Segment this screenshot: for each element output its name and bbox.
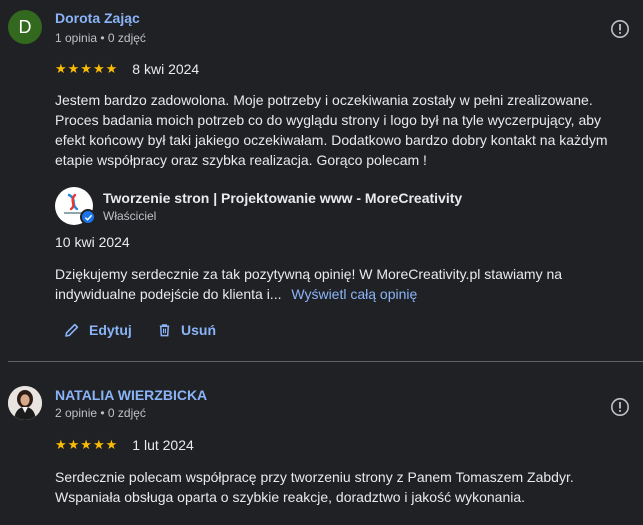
review-card: NATALIA WIERZBICKA 2 opinie • 0 zdjęć ★★… (0, 362, 643, 525)
reviewer-meta: 1 opinia • 0 zdjęć (55, 31, 146, 45)
reply-date: 10 kwi 2024 (55, 234, 130, 250)
show-full-reply-link[interactable]: Wyświetl całą opinię (291, 286, 417, 302)
review-text: Jestem bardzo zadowolona. Moje potrzeby … (55, 92, 608, 168)
reply-text-block: Dziękujemy serdecznie za tak pozytywną o… (55, 264, 625, 304)
avatar[interactable]: D (8, 10, 42, 44)
edit-label: Edytuj (89, 322, 132, 338)
avatar-letter: D (18, 16, 32, 37)
rating-row: ★★★★★ 8 kwi 2024 (55, 61, 199, 77)
verified-badge-icon (80, 209, 96, 225)
avatar-photo (8, 386, 42, 420)
reviewer-meta: 2 opinie • 0 zdjęć (55, 406, 146, 420)
review-text: Serdecznie polecam współpracę przy tworz… (55, 469, 574, 505)
avatar[interactable] (8, 386, 42, 420)
owner-role: Właściciel (103, 209, 157, 223)
review-date: 8 kwi 2024 (132, 61, 200, 77)
reviewer-name[interactable]: NATALIA WIERZBICKA (55, 387, 207, 403)
delete-label: Usuń (181, 322, 216, 338)
review-card: D Dorota Zając 1 opinia • 0 zdjęć ★★★★★ … (0, 0, 643, 361)
owner-name[interactable]: Tworzenie stron | Projektowanie www - Mo… (103, 190, 462, 206)
review-date: 1 lut 2024 (132, 437, 194, 453)
delete-button[interactable]: Usuń (157, 322, 216, 338)
reviewer-name[interactable]: Dorota Zając (55, 10, 140, 26)
star-rating: ★★★★★ (55, 437, 119, 452)
pencil-icon (65, 323, 79, 337)
trash-icon (159, 324, 170, 337)
rating-row: ★★★★★ 1 lut 2024 (55, 437, 194, 453)
edit-button[interactable]: Edytuj (64, 322, 132, 338)
report-icon[interactable] (610, 19, 630, 39)
star-rating: ★★★★★ (55, 61, 119, 76)
report-icon[interactable] (610, 397, 630, 417)
